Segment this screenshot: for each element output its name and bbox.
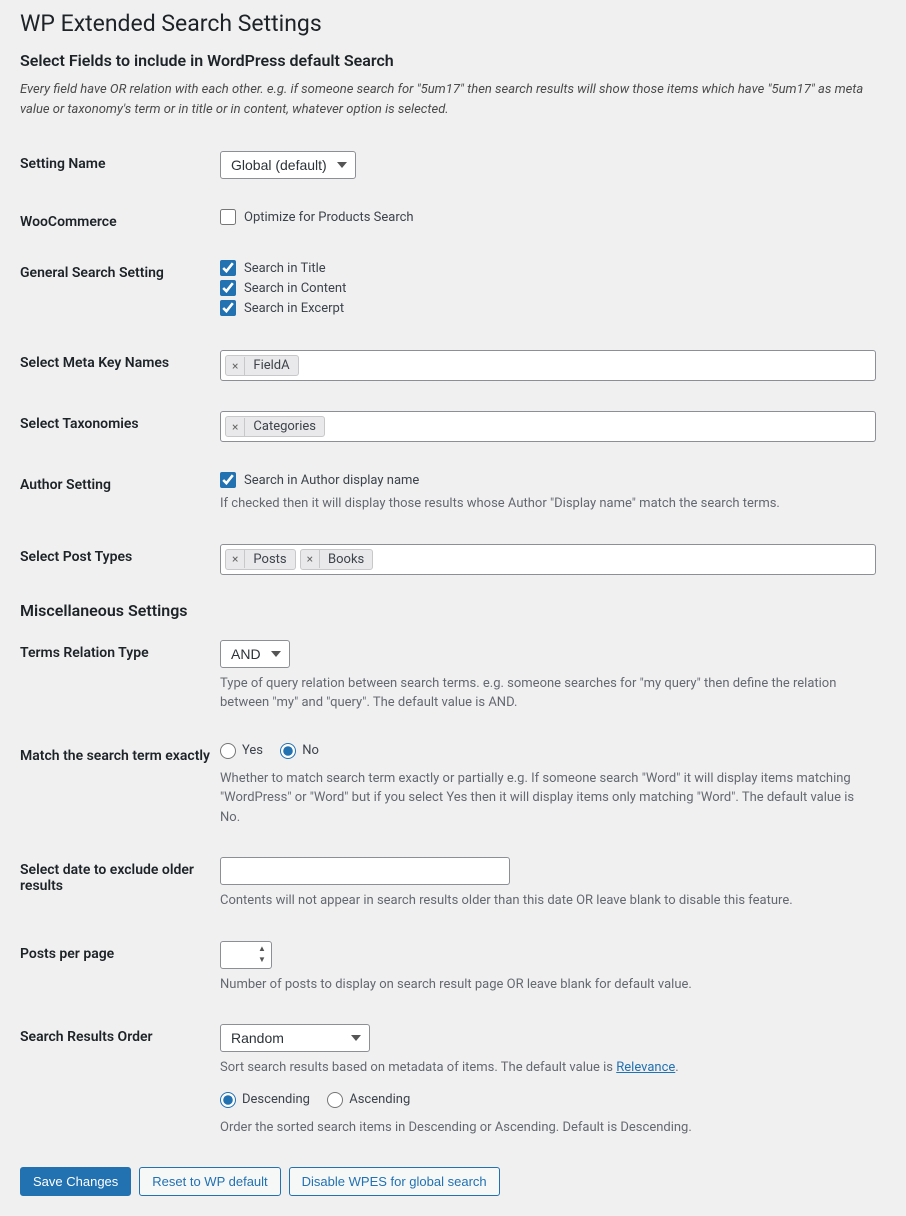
settings-table: Setting Name Global (default) WooCommerc…: [20, 141, 886, 595]
radio-descending-label: Descending: [242, 1092, 310, 1107]
chk-content-label: Search in Content: [244, 281, 346, 296]
date-help: Contents will not appear in search resul…: [220, 891, 876, 911]
tag-posttype-books: × Books: [300, 549, 374, 570]
radio-descending[interactable]: [220, 1092, 236, 1108]
chk-author-label: Search in Author display name: [244, 473, 419, 488]
meta-tag-input[interactable]: × FieldA: [220, 350, 876, 381]
order-help-link[interactable]: Relevance: [616, 1060, 675, 1075]
section-fields-heading: Select Fields to include in WordPress de…: [20, 51, 886, 70]
terms-rel-help: Type of query relation between search te…: [220, 674, 876, 713]
chk-title[interactable]: [220, 260, 236, 276]
number-spinner[interactable]: ▲ ▼: [255, 944, 269, 966]
section-fields-desc: Every field have OR relation with each o…: [20, 80, 886, 119]
terms-rel-select[interactable]: AND: [220, 640, 290, 668]
exact-help: Whether to match search term exactly or …: [220, 769, 876, 828]
per-page-help: Number of posts to display on search res…: [220, 975, 876, 995]
radio-exact-no[interactable]: [280, 743, 296, 759]
label-per-page: Posts per page: [20, 931, 220, 1015]
setting-name-select[interactable]: Global (default): [220, 151, 356, 179]
chk-title-label: Search in Title: [244, 261, 326, 276]
radio-exact-no-label: No: [302, 743, 319, 758]
label-order: Search Results Order: [20, 1014, 220, 1157]
remove-icon[interactable]: ×: [226, 418, 245, 436]
tag-tax-categories: × Categories: [225, 416, 325, 437]
author-help: If checked then it will display those re…: [220, 494, 876, 514]
remove-icon[interactable]: ×: [226, 357, 245, 375]
label-tax: Select Taxonomies: [20, 401, 220, 462]
section-misc-heading: Miscellaneous Settings: [20, 601, 886, 620]
label-exact: Match the search term exactly: [20, 733, 220, 848]
label-meta: Select Meta Key Names: [20, 340, 220, 401]
remove-icon[interactable]: ×: [226, 550, 245, 568]
chk-author[interactable]: [220, 472, 236, 488]
order-dir-help: Order the sorted search items in Descend…: [220, 1118, 876, 1138]
label-post-types: Select Post Types: [20, 534, 220, 595]
label-woocommerce: WooCommerce: [20, 199, 220, 250]
disable-button[interactable]: Disable WPES for global search: [289, 1167, 500, 1196]
chevron-down-icon[interactable]: ▼: [255, 955, 269, 966]
button-row: Save Changes Reset to WP default Disable…: [20, 1167, 886, 1196]
posttype-tag-input[interactable]: × Posts × Books: [220, 544, 876, 575]
label-general: General Search Setting: [20, 250, 220, 340]
misc-table: Terms Relation Type AND Type of query re…: [20, 630, 886, 1158]
label-author: Author Setting: [20, 462, 220, 534]
radio-exact-yes-label: Yes: [242, 743, 263, 758]
radio-ascending[interactable]: [327, 1092, 343, 1108]
remove-icon[interactable]: ×: [301, 550, 320, 568]
page-title: WP Extended Search Settings: [20, 10, 886, 37]
order-select[interactable]: Random: [220, 1024, 370, 1052]
radio-ascending-label: Ascending: [349, 1092, 410, 1107]
woo-checkbox[interactable]: [220, 209, 236, 225]
tag-posttype-posts: × Posts: [225, 549, 296, 570]
reset-button[interactable]: Reset to WP default: [139, 1167, 280, 1196]
tag-meta-fielda: × FieldA: [225, 355, 299, 376]
woo-checkbox-label: Optimize for Products Search: [244, 210, 414, 225]
tax-tag-input[interactable]: × Categories: [220, 411, 876, 442]
date-input[interactable]: [220, 857, 510, 885]
label-terms-rel: Terms Relation Type: [20, 630, 220, 733]
label-date: Select date to exclude older results: [20, 847, 220, 931]
label-setting-name: Setting Name: [20, 141, 220, 199]
chk-excerpt-label: Search in Excerpt: [244, 301, 344, 316]
save-button[interactable]: Save Changes: [20, 1167, 131, 1196]
chk-excerpt[interactable]: [220, 300, 236, 316]
chk-content[interactable]: [220, 280, 236, 296]
radio-exact-yes[interactable]: [220, 743, 236, 759]
order-help: Sort search results based on metadata of…: [220, 1058, 876, 1078]
chevron-up-icon[interactable]: ▲: [255, 944, 269, 955]
